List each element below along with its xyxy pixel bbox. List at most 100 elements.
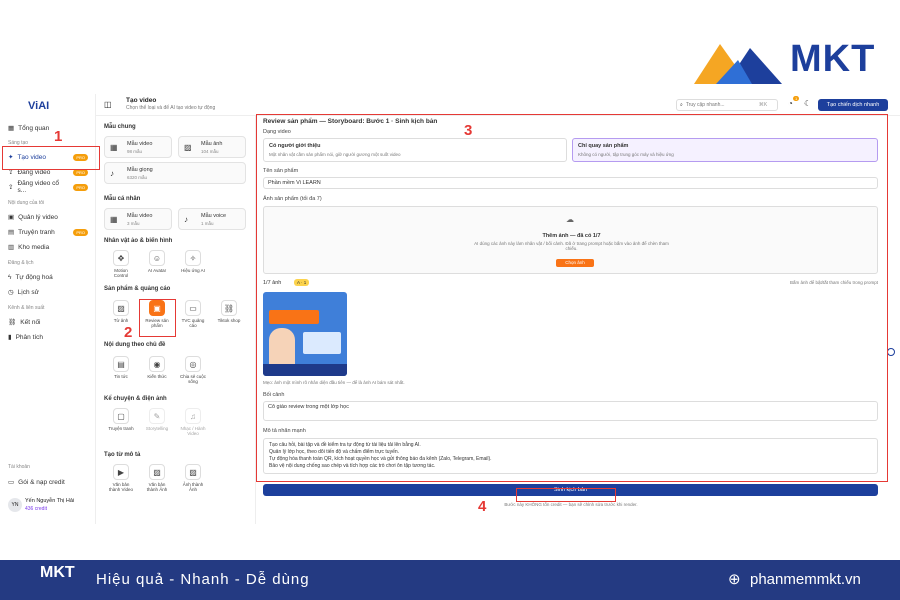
- tile-storytelling[interactable]: ✎ Storytelling: [144, 408, 170, 431]
- chart-icon: ▮: [8, 334, 12, 341]
- tile-music-video[interactable]: ♫ Nhạc / Hành Video: [180, 408, 206, 436]
- sidebar-item-overview[interactable]: ▦ Tổng quan: [8, 122, 49, 134]
- mic-icon: ♪: [184, 215, 188, 224]
- tile-label: Từ ảnh: [113, 318, 129, 323]
- section-title: Kể chuyện & điện ảnh: [104, 396, 167, 402]
- sidebar-item-credit[interactable]: ▭ Gói & nạp credit: [8, 476, 65, 488]
- tile-tvc[interactable]: ▭ TVC quảng cáo: [180, 300, 206, 328]
- move-icon: ✥: [113, 250, 129, 266]
- notification-badge: 1: [793, 96, 800, 101]
- sidebar-item-label: Tổng quan: [18, 124, 50, 132]
- sidebar-item-post-video-old[interactable]: ⇪ Đăng video cổ s... PRO: [8, 180, 88, 194]
- sidebar-item-label: Đăng video cổ s...: [17, 180, 60, 194]
- sidebar-item-label: Gói & nạp credit: [18, 478, 65, 486]
- folder-icon: ▥: [8, 244, 15, 251]
- sidebar-item-history[interactable]: ◷ Lịch sử: [8, 286, 39, 298]
- tile-ai-effect[interactable]: ✧ Hiệu ứng AI: [180, 250, 206, 273]
- top-bar: ◫ Tạo video Chọn thể loại và để AI tạo v…: [96, 94, 900, 116]
- book-icon: ▤: [8, 229, 15, 236]
- tile-label: Hiệu ứng AI: [181, 268, 205, 273]
- personal-voice-card[interactable]: ♪ Mẫu voice 1 mẫu: [178, 208, 246, 230]
- section-title: Nội dung theo chủ đề: [104, 342, 166, 348]
- camera-icon: ◎: [185, 356, 201, 372]
- mkt-mountain-icon: [694, 44, 782, 84]
- tile-news[interactable]: ▤ Tin tức: [108, 356, 134, 379]
- video-template-card[interactable]: ▦ Mẫu video 98 mẫu: [104, 136, 172, 158]
- side-expand-handle[interactable]: [887, 348, 895, 356]
- bolt-icon: ϟ: [8, 273, 12, 281]
- tile-from-image[interactable]: ▨ Từ ảnh: [108, 300, 134, 323]
- search-input[interactable]: [685, 102, 756, 108]
- highlight-submit: [516, 488, 616, 502]
- wallet-icon: ▭: [8, 479, 15, 486]
- tile-motion-control[interactable]: ✥ Motion Control: [108, 250, 134, 278]
- sidebar-item-label: Tự động hoá: [15, 273, 53, 281]
- user-icon: ☺: [149, 250, 165, 266]
- sidebar-toggle-icon[interactable]: ◫: [104, 100, 112, 109]
- sidebar-section-label: Đăng & lịch: [8, 260, 34, 266]
- chat-icon: ▢: [113, 408, 129, 424]
- sidebar-section-label: Nội dung của tôi: [8, 200, 45, 206]
- bell-icon[interactable]: ◔: [788, 99, 793, 108]
- shortcut-kbd: ⌘K: [758, 102, 768, 108]
- sidebar-item-automation[interactable]: ϟ Tự động hoá: [8, 271, 53, 283]
- tile-knowledge[interactable]: ◉ Kiến thức: [144, 356, 170, 379]
- tv-icon: ▭: [185, 300, 201, 316]
- card-count: 3 mẫu: [127, 221, 140, 226]
- sidebar-item-connect[interactable]: ⛓ Kết nối: [8, 316, 41, 328]
- moon-icon[interactable]: ☾: [804, 99, 811, 108]
- card-label: Mẫu giọng: [127, 167, 153, 173]
- section-title: Nhân vật ảo & biến hình: [104, 238, 173, 244]
- tile-text-to-video[interactable]: ▶ Văn bản thành Video: [108, 464, 134, 492]
- link-icon: ⛓: [8, 319, 17, 326]
- section-title: Tạo từ mô tả: [104, 452, 141, 458]
- sidebar-item-label: Truyện tranh: [18, 228, 55, 236]
- sidebar-section-label: Tài khoản: [8, 464, 30, 470]
- search-box[interactable]: ⌕ ⌘K: [676, 99, 778, 111]
- sidebar-item-analytics[interactable]: ▮ Phân tích: [8, 331, 43, 343]
- tile-label: Văn bản thành Ảnh: [146, 482, 168, 492]
- pro-badge: PRO: [73, 228, 88, 236]
- page-subtitle: Chọn thể loại và để AI tạo video tự động: [126, 105, 216, 111]
- footer-website[interactable]: phanmemmkt.vn: [750, 571, 861, 588]
- tile-text-to-image[interactable]: ▨ Văn bản thành Ảnh: [144, 464, 170, 492]
- grid-icon: ▦: [8, 125, 15, 132]
- mic-icon: ♪: [110, 169, 114, 178]
- mkt-brand-logo: MKT: [690, 38, 890, 88]
- footer-slogan: Hiệu quả - Nhanh - Dễ dùng: [96, 571, 310, 588]
- card-count: 98 mẫu: [127, 149, 143, 154]
- tile-label: TVC quảng cáo: [181, 318, 205, 328]
- annotation-number: 1: [54, 128, 63, 145]
- sidebar-item-label: Quản lý video: [18, 213, 58, 221]
- card-label: Mẫu voice: [201, 213, 227, 219]
- video-icon: ▶: [113, 464, 129, 480]
- tile-comics[interactable]: ▢ Truyện tranh: [108, 408, 134, 431]
- user-credit: 436 credit: [25, 506, 47, 512]
- sidebar-item-label: Kho media: [18, 243, 50, 251]
- card-label: Mẫu video: [127, 141, 153, 147]
- avatar[interactable]: YN: [8, 498, 22, 512]
- sidebar-item-media[interactable]: ▥ Kho media: [8, 241, 49, 253]
- tile-ai-avatar[interactable]: ☺ AI Avatar: [144, 250, 170, 273]
- highlight-review-product: [139, 299, 176, 337]
- tile-image-to-image[interactable]: ▨ Ảnh thành Ảnh: [180, 464, 206, 492]
- tile-label: Tin tức: [114, 374, 128, 379]
- film-icon: ▣: [8, 214, 15, 221]
- link-icon: ⛓: [221, 300, 237, 316]
- voice-template-card[interactable]: ♪ Mẫu giọng 6320 mẫu: [104, 162, 246, 184]
- sparkle-icon: ✧: [185, 250, 201, 266]
- image-icon: ▨: [149, 464, 165, 480]
- image-icon: ▨: [113, 300, 129, 316]
- grid-icon: ▦: [110, 143, 118, 152]
- sidebar-item-manage-video[interactable]: ▣ Quản lý video: [8, 211, 58, 223]
- tile-label: Nhạc / Hành Video: [180, 426, 206, 436]
- sidebar-item-comics[interactable]: ▤ Truyện tranh PRO: [8, 226, 88, 238]
- quick-campaign-button[interactable]: Tạo chiến dịch nhanh: [818, 99, 888, 111]
- card-label: Mẫu video: [127, 213, 153, 219]
- tile-life-share[interactable]: ◎ Chia sẻ cuộc sống: [180, 356, 206, 384]
- sidebar-item-label: Phân tích: [15, 333, 44, 341]
- tile-tiktok-shop[interactable]: ⛓ Tiktok shop: [216, 300, 242, 323]
- personal-video-card[interactable]: ▦ Mẫu video 3 mẫu: [104, 208, 172, 230]
- news-icon: ▤: [113, 356, 129, 372]
- image-template-card[interactable]: ▨ Mẫu ảnh 104 mẫu: [178, 136, 246, 158]
